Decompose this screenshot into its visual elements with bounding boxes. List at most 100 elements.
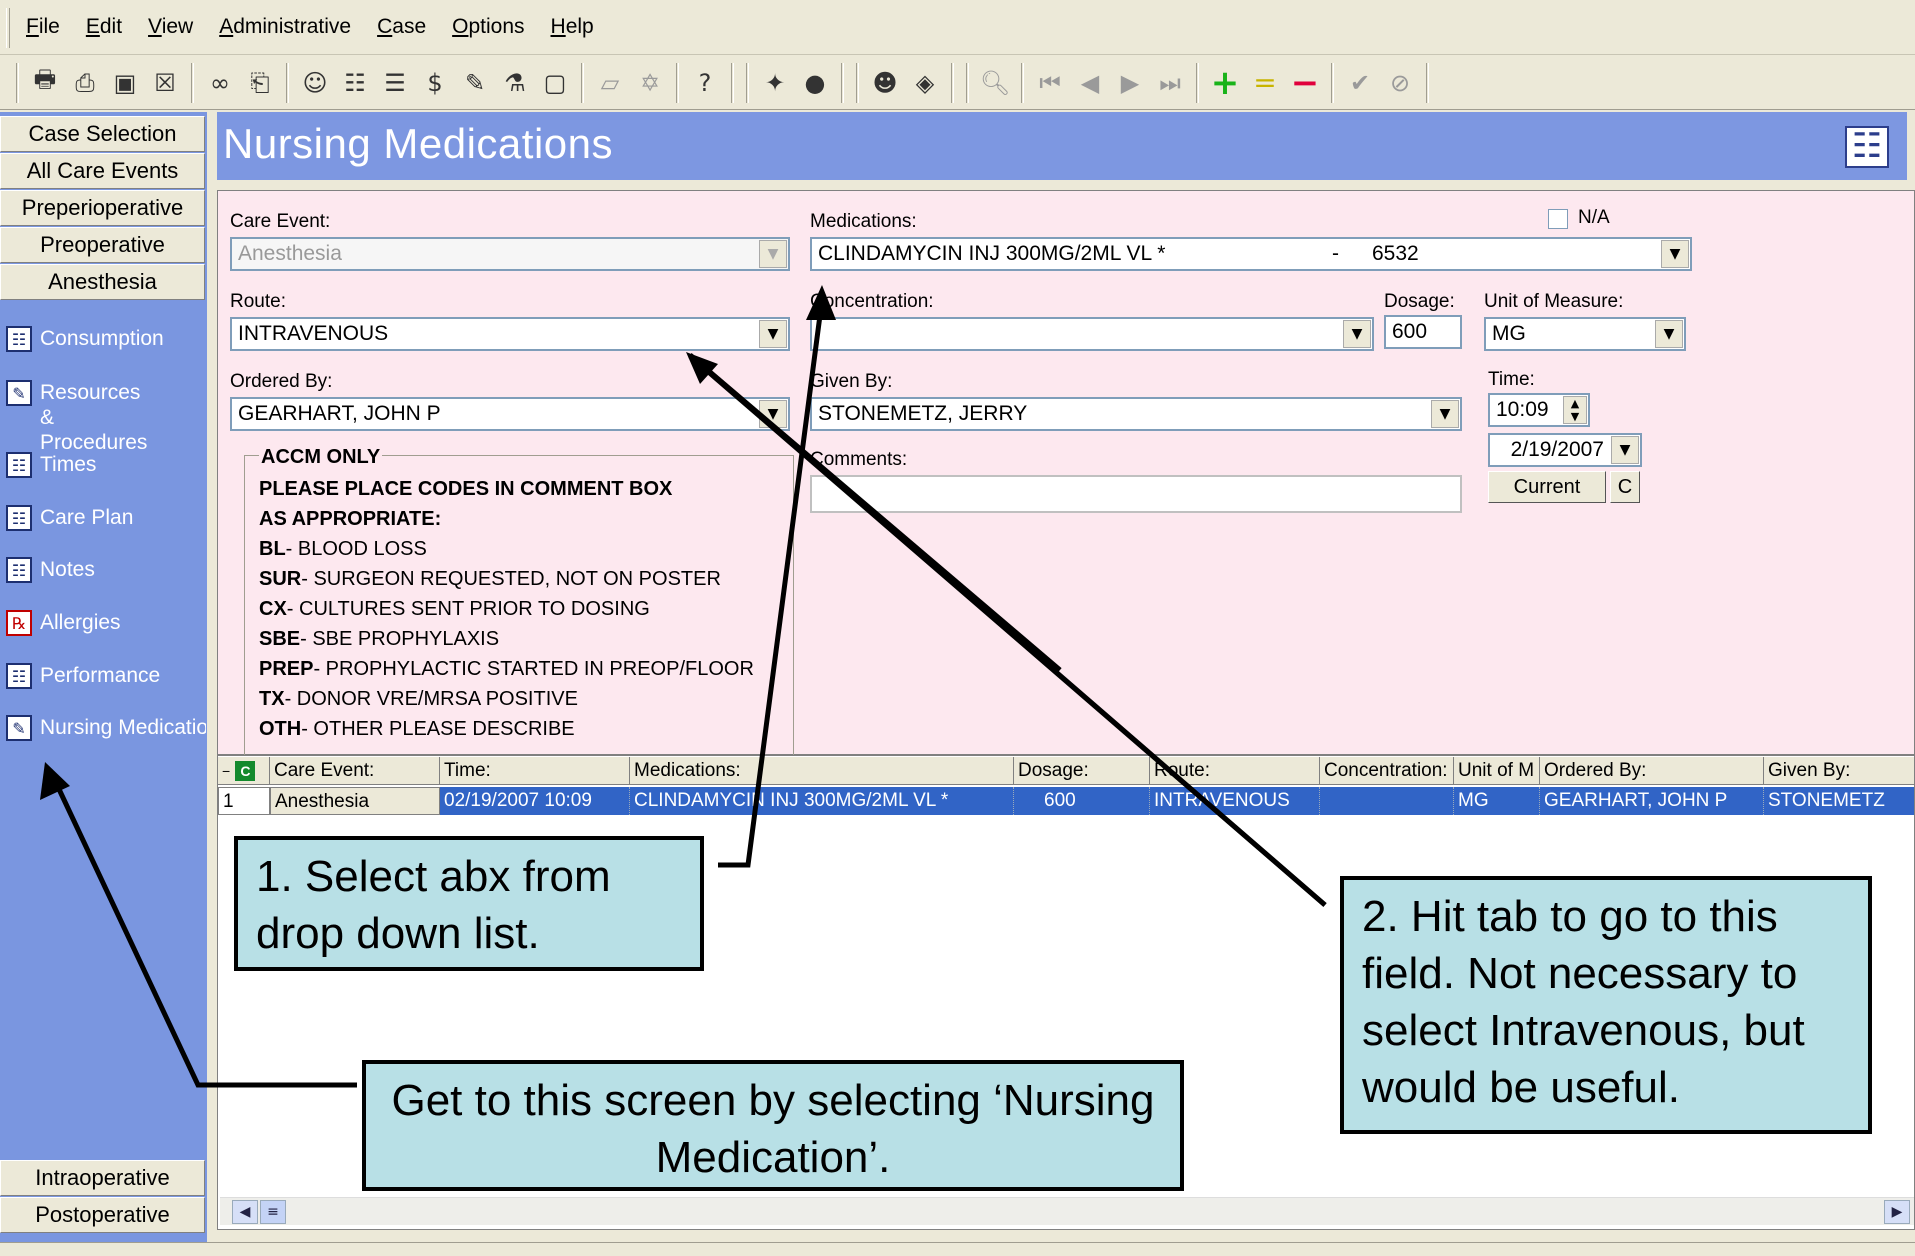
red-x-icon[interactable]: ☒	[148, 66, 182, 100]
add-icon[interactable]: +	[1208, 63, 1242, 103]
toolbar: 🖶 ⎙ ▣ ☒ ∞ ⎗ ☺ ☷ ☰ $ ✎ ⚗ ▢ ▱ ✡ ? ✦ ● ☻ ◈ …	[0, 56, 1915, 110]
accm-text: - DONOR VRE/MRSA POSITIVE	[284, 688, 578, 710]
column-header-route[interactable]: Route:	[1150, 757, 1320, 785]
column-header-concentration[interactable]: Concentration:	[1320, 757, 1454, 785]
sidebar-item-notes[interactable]: ☷ Notes	[6, 557, 206, 583]
equals-icon[interactable]: =	[1248, 66, 1282, 100]
route-select[interactable]: INTRAVENOUS ▼	[230, 317, 790, 351]
date-select[interactable]: 2/19/2007 ▼	[1488, 433, 1642, 467]
scroll-thumb[interactable]: ≡	[260, 1200, 286, 1224]
grid-view-icon[interactable]: ☷	[1845, 126, 1889, 168]
cell-uom: MG	[1454, 787, 1540, 815]
column-header-given-by[interactable]: Given By:	[1764, 757, 1914, 785]
column-header-care-event[interactable]: Care Event:	[270, 757, 440, 785]
tag-icon[interactable]: ◈	[908, 66, 942, 100]
glasses-icon[interactable]: ∞	[203, 66, 237, 100]
table-corner[interactable]: − C	[218, 757, 270, 785]
sidebar-item-label: Care Plan	[40, 506, 134, 529]
column-header-ordered-by[interactable]: Ordered By:	[1540, 757, 1764, 785]
sidebar-item-times[interactable]: ☷ Times	[6, 452, 206, 478]
sidebar-item-resources-procedures[interactable]: ✎ Resources & Procedures	[6, 380, 206, 455]
menu-view[interactable]: View	[148, 15, 193, 39]
accm-line: PLEASE PLACE CODES IN COMMENT BOX	[259, 474, 754, 504]
toolbar-separator	[191, 62, 194, 103]
horizontal-scrollbar[interactable]: ◀ ≡ ▶	[220, 1197, 1914, 1225]
help-question-icon[interactable]: ?	[688, 66, 722, 100]
next-record-icon[interactable]: ▶	[1113, 66, 1147, 100]
delete-icon[interactable]: −	[1288, 63, 1322, 103]
route-label: Route:	[230, 291, 286, 312]
na-checkbox[interactable]	[1548, 209, 1568, 229]
callout-step1: 1. Select abx from drop down list.	[234, 836, 704, 971]
time-spinner-icon[interactable]: ▲ ▼	[1563, 396, 1587, 424]
camera-icon[interactable]: ▣	[108, 66, 142, 100]
sidebar-button-all-care-events[interactable]: All Care Events	[0, 153, 205, 189]
checkmark-icon[interactable]: ✔	[1343, 66, 1377, 100]
menu-options[interactable]: Options	[452, 15, 524, 39]
current-button[interactable]: Current	[1488, 471, 1606, 503]
accm-code: TX	[259, 688, 285, 710]
sidebar-button-intraoperative[interactable]: Intraoperative	[0, 1160, 205, 1196]
last-record-icon[interactable]: ⏭︎	[1153, 66, 1187, 100]
cell-care-event: Anesthesia	[270, 787, 440, 815]
medications-select[interactable]: CLINDAMYCIN INJ 300MG/2ML VL * - 6532 ▼	[810, 237, 1692, 271]
box-icon[interactable]: ▢	[538, 66, 572, 100]
menu-file[interactable]: File	[26, 15, 60, 39]
column-header-uom[interactable]: Unit of M	[1454, 757, 1540, 785]
care-event-select[interactable]: Anesthesia ▼	[230, 237, 790, 271]
sidebar-button-case-selection[interactable]: Case Selection	[0, 116, 205, 152]
sidebar: Case Selection All Care Events Preperiop…	[0, 112, 207, 1242]
menu-help[interactable]: Help	[551, 15, 594, 39]
sidebar-item-nursing-medication[interactable]: ✎ Nursing Medication	[6, 715, 206, 741]
toolbar-separator	[676, 62, 679, 103]
scroll-left-icon[interactable]: ◀	[232, 1200, 258, 1224]
sidebar-button-preoperative[interactable]: Preoperative	[0, 227, 205, 263]
callout-step0: Get to this screen by selecting ‘Nursing…	[362, 1060, 1184, 1191]
c-button[interactable]: C	[1610, 471, 1640, 503]
uom-select[interactable]: MG ▼	[1484, 317, 1686, 351]
globe-icon[interactable]: ●	[798, 66, 832, 100]
people-icon[interactable]: ☻	[868, 66, 902, 100]
search-icon[interactable]: 🔍︎	[978, 66, 1012, 100]
lab-icon[interactable]: ⚗	[498, 66, 532, 100]
comments-input[interactable]	[810, 475, 1462, 513]
time-input[interactable]: 10:09 ▲ ▼	[1488, 393, 1590, 427]
dollar-icon[interactable]: $	[418, 66, 452, 100]
menu-administrative[interactable]: Administrative	[219, 15, 351, 39]
document-search-icon[interactable]: ⎗	[243, 66, 277, 100]
sidebar-item-consumption[interactable]: ☷ Consumption	[6, 326, 206, 352]
chevron-down-icon: ▼	[1431, 400, 1459, 428]
sidebar-item-care-plan[interactable]: ☷ Care Plan	[6, 505, 206, 531]
prev-record-icon[interactable]: ◀	[1073, 66, 1107, 100]
cancel-icon[interactable]: ⊘	[1383, 66, 1417, 100]
sidebar-button-postoperative[interactable]: Postoperative	[0, 1197, 205, 1233]
time-value: 10:09	[1496, 398, 1549, 421]
eraser-icon[interactable]: ▱	[593, 66, 627, 100]
print-icon[interactable]: 🖶	[28, 65, 62, 100]
notepad-icon[interactable]: ☰	[378, 66, 412, 100]
pen-icon[interactable]: ✎	[458, 66, 492, 100]
dosage-input[interactable]: 600	[1384, 315, 1462, 349]
scroll-right-icon[interactable]: ▶	[1884, 1200, 1910, 1224]
ordered-by-select[interactable]: GEARHART, JOHN P ▼	[230, 397, 790, 431]
sidebar-button-preperioperative[interactable]: Preperioperative	[0, 190, 205, 226]
help-person-icon[interactable]: ☺	[298, 66, 332, 100]
column-header-medications[interactable]: Medications:	[630, 757, 1014, 785]
menu-bar: File Edit View Administrative Case Optio…	[0, 0, 1915, 55]
menu-edit[interactable]: Edit	[86, 15, 122, 39]
menu-case[interactable]: Case	[377, 15, 426, 39]
sidebar-button-anesthesia[interactable]: Anesthesia	[0, 264, 205, 300]
column-header-time[interactable]: Time:	[440, 757, 630, 785]
brush-icon[interactable]: ✡	[633, 66, 667, 100]
sidebar-item-allergies[interactable]: ℞ Allergies	[6, 610, 206, 636]
sidebar-item-performance[interactable]: ☷ Performance	[6, 663, 206, 689]
sidebar-item-label: Allergies	[40, 611, 121, 634]
first-record-icon[interactable]: ⏮︎	[1033, 66, 1067, 100]
column-header-dosage[interactable]: Dosage:	[1014, 757, 1150, 785]
given-by-select[interactable]: STONEMETZ, JERRY ▼	[810, 397, 1462, 431]
calculator-icon[interactable]: ☷	[338, 66, 372, 100]
wand-icon[interactable]: ✦	[758, 66, 792, 100]
print-preview-icon[interactable]: ⎙	[68, 66, 102, 100]
concentration-select[interactable]: ▼	[810, 317, 1374, 351]
ordered-by-label: Ordered By:	[230, 371, 333, 392]
